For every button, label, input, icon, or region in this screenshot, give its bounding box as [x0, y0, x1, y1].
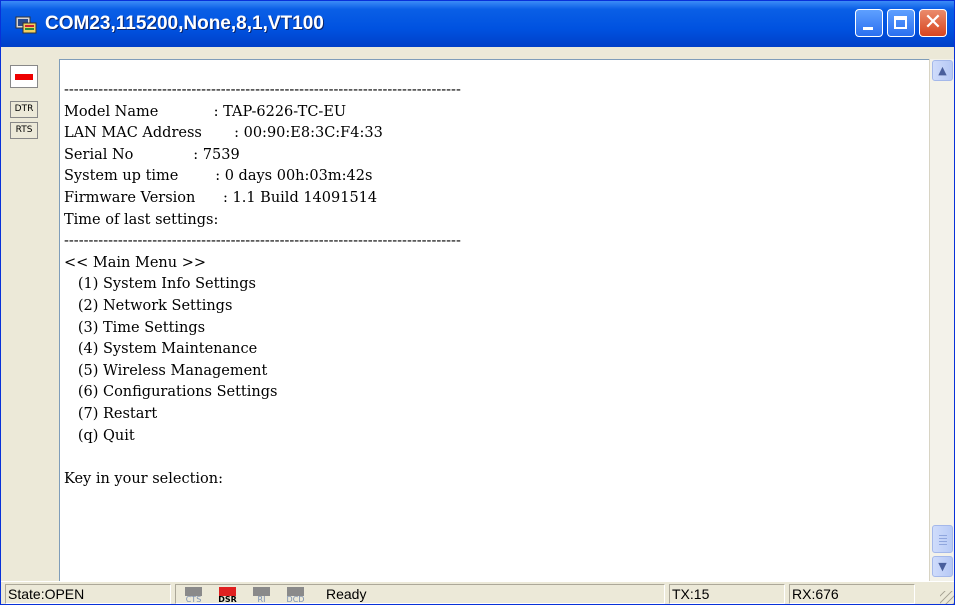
window-title: COM23,115200,None,8,1,VT100: [45, 13, 324, 34]
terminal-line: Model Name : TAP-6226-TC-EU: [64, 103, 347, 120]
terminal-line: Serial No : 7539: [64, 146, 240, 163]
maximize-icon: [894, 16, 907, 29]
rx-counter: RX:676: [789, 584, 915, 604]
signal-panel: [11, 61, 55, 581]
title-bar[interactable]: COM23,115200,None,8,1,VT100 ✕: [1, 1, 954, 47]
connection-lamp-icon: [10, 65, 38, 88]
terminal-line: Firmware Version : 1.1 Build 14091514: [64, 190, 378, 206]
close-icon: ✕: [923, 10, 943, 35]
terminal-line: Key in your selection:: [64, 470, 223, 487]
cts-label: CTS: [185, 595, 202, 604]
ri-led: RI: [251, 586, 272, 604]
terminal-line: (6) Configurations Settings: [64, 384, 278, 401]
connection-state: State:OPEN: [5, 584, 171, 604]
terminal-line: (7) Restart: [64, 406, 158, 422]
dsr-led: DSR: [217, 586, 238, 604]
minimize-button[interactable]: [855, 9, 883, 37]
terminal-line: ----------------------------------------…: [64, 233, 461, 250]
dcd-led: DCD: [285, 586, 306, 604]
chevron-up-icon: ▲: [938, 64, 947, 77]
resize-grip-icon[interactable]: [940, 591, 954, 604]
dtr-toggle[interactable]: DTR: [10, 101, 38, 118]
status-message: Ready: [326, 586, 367, 602]
terminal-line: LAN MAC Address : 00:90:E8:3C:F4:33: [64, 125, 383, 142]
terminal-line: << Main Menu >>: [64, 254, 206, 271]
scroll-down-button[interactable]: ▼: [932, 556, 953, 577]
terminal-line: (5) Wireless Management: [64, 362, 268, 379]
close-button[interactable]: ✕: [919, 9, 947, 37]
status-bar: State:OPEN Ready CTS DSR RI DCD TX:15 RX…: [1, 581, 954, 604]
scroll-thumb[interactable]: [932, 525, 953, 553]
terminal-window: COM23,115200,None,8,1,VT100 ✕ DTR RTS --…: [0, 0, 955, 605]
vertical-scrollbar[interactable]: ▲ ▼: [929, 59, 954, 581]
status-message-field: Ready: [175, 584, 665, 604]
terminal-line: Time of last settings:: [64, 211, 219, 228]
tx-counter: TX:15: [669, 584, 785, 604]
terminal-line: (3) Time Settings: [64, 319, 206, 336]
dsr-label: DSR: [218, 595, 237, 604]
terminal-screen[interactable]: ----------------------------------------…: [59, 59, 929, 581]
cts-led: CTS: [183, 586, 204, 604]
rts-toggle[interactable]: RTS: [10, 122, 38, 139]
terminal-line: (2) Network Settings: [64, 298, 233, 314]
terminal-line: (q) Quit: [64, 427, 135, 444]
terminal-line: System up time : 0 days 00h:03m:42s: [64, 168, 373, 185]
minimize-icon: [863, 27, 873, 30]
dcd-label: DCD: [286, 595, 305, 604]
terminal-line: (4) System Maintenance: [64, 341, 258, 358]
terminal-line: (1) System Info Settings: [64, 276, 256, 293]
terminal-app-icon: [15, 16, 37, 34]
scroll-up-button[interactable]: ▲: [932, 60, 953, 81]
ri-label: RI: [257, 595, 266, 604]
maximize-button[interactable]: [887, 9, 915, 37]
terminal-line: ----------------------------------------…: [64, 82, 461, 98]
lamp-indicator: [15, 74, 33, 80]
chevron-down-icon: ▼: [938, 560, 947, 573]
